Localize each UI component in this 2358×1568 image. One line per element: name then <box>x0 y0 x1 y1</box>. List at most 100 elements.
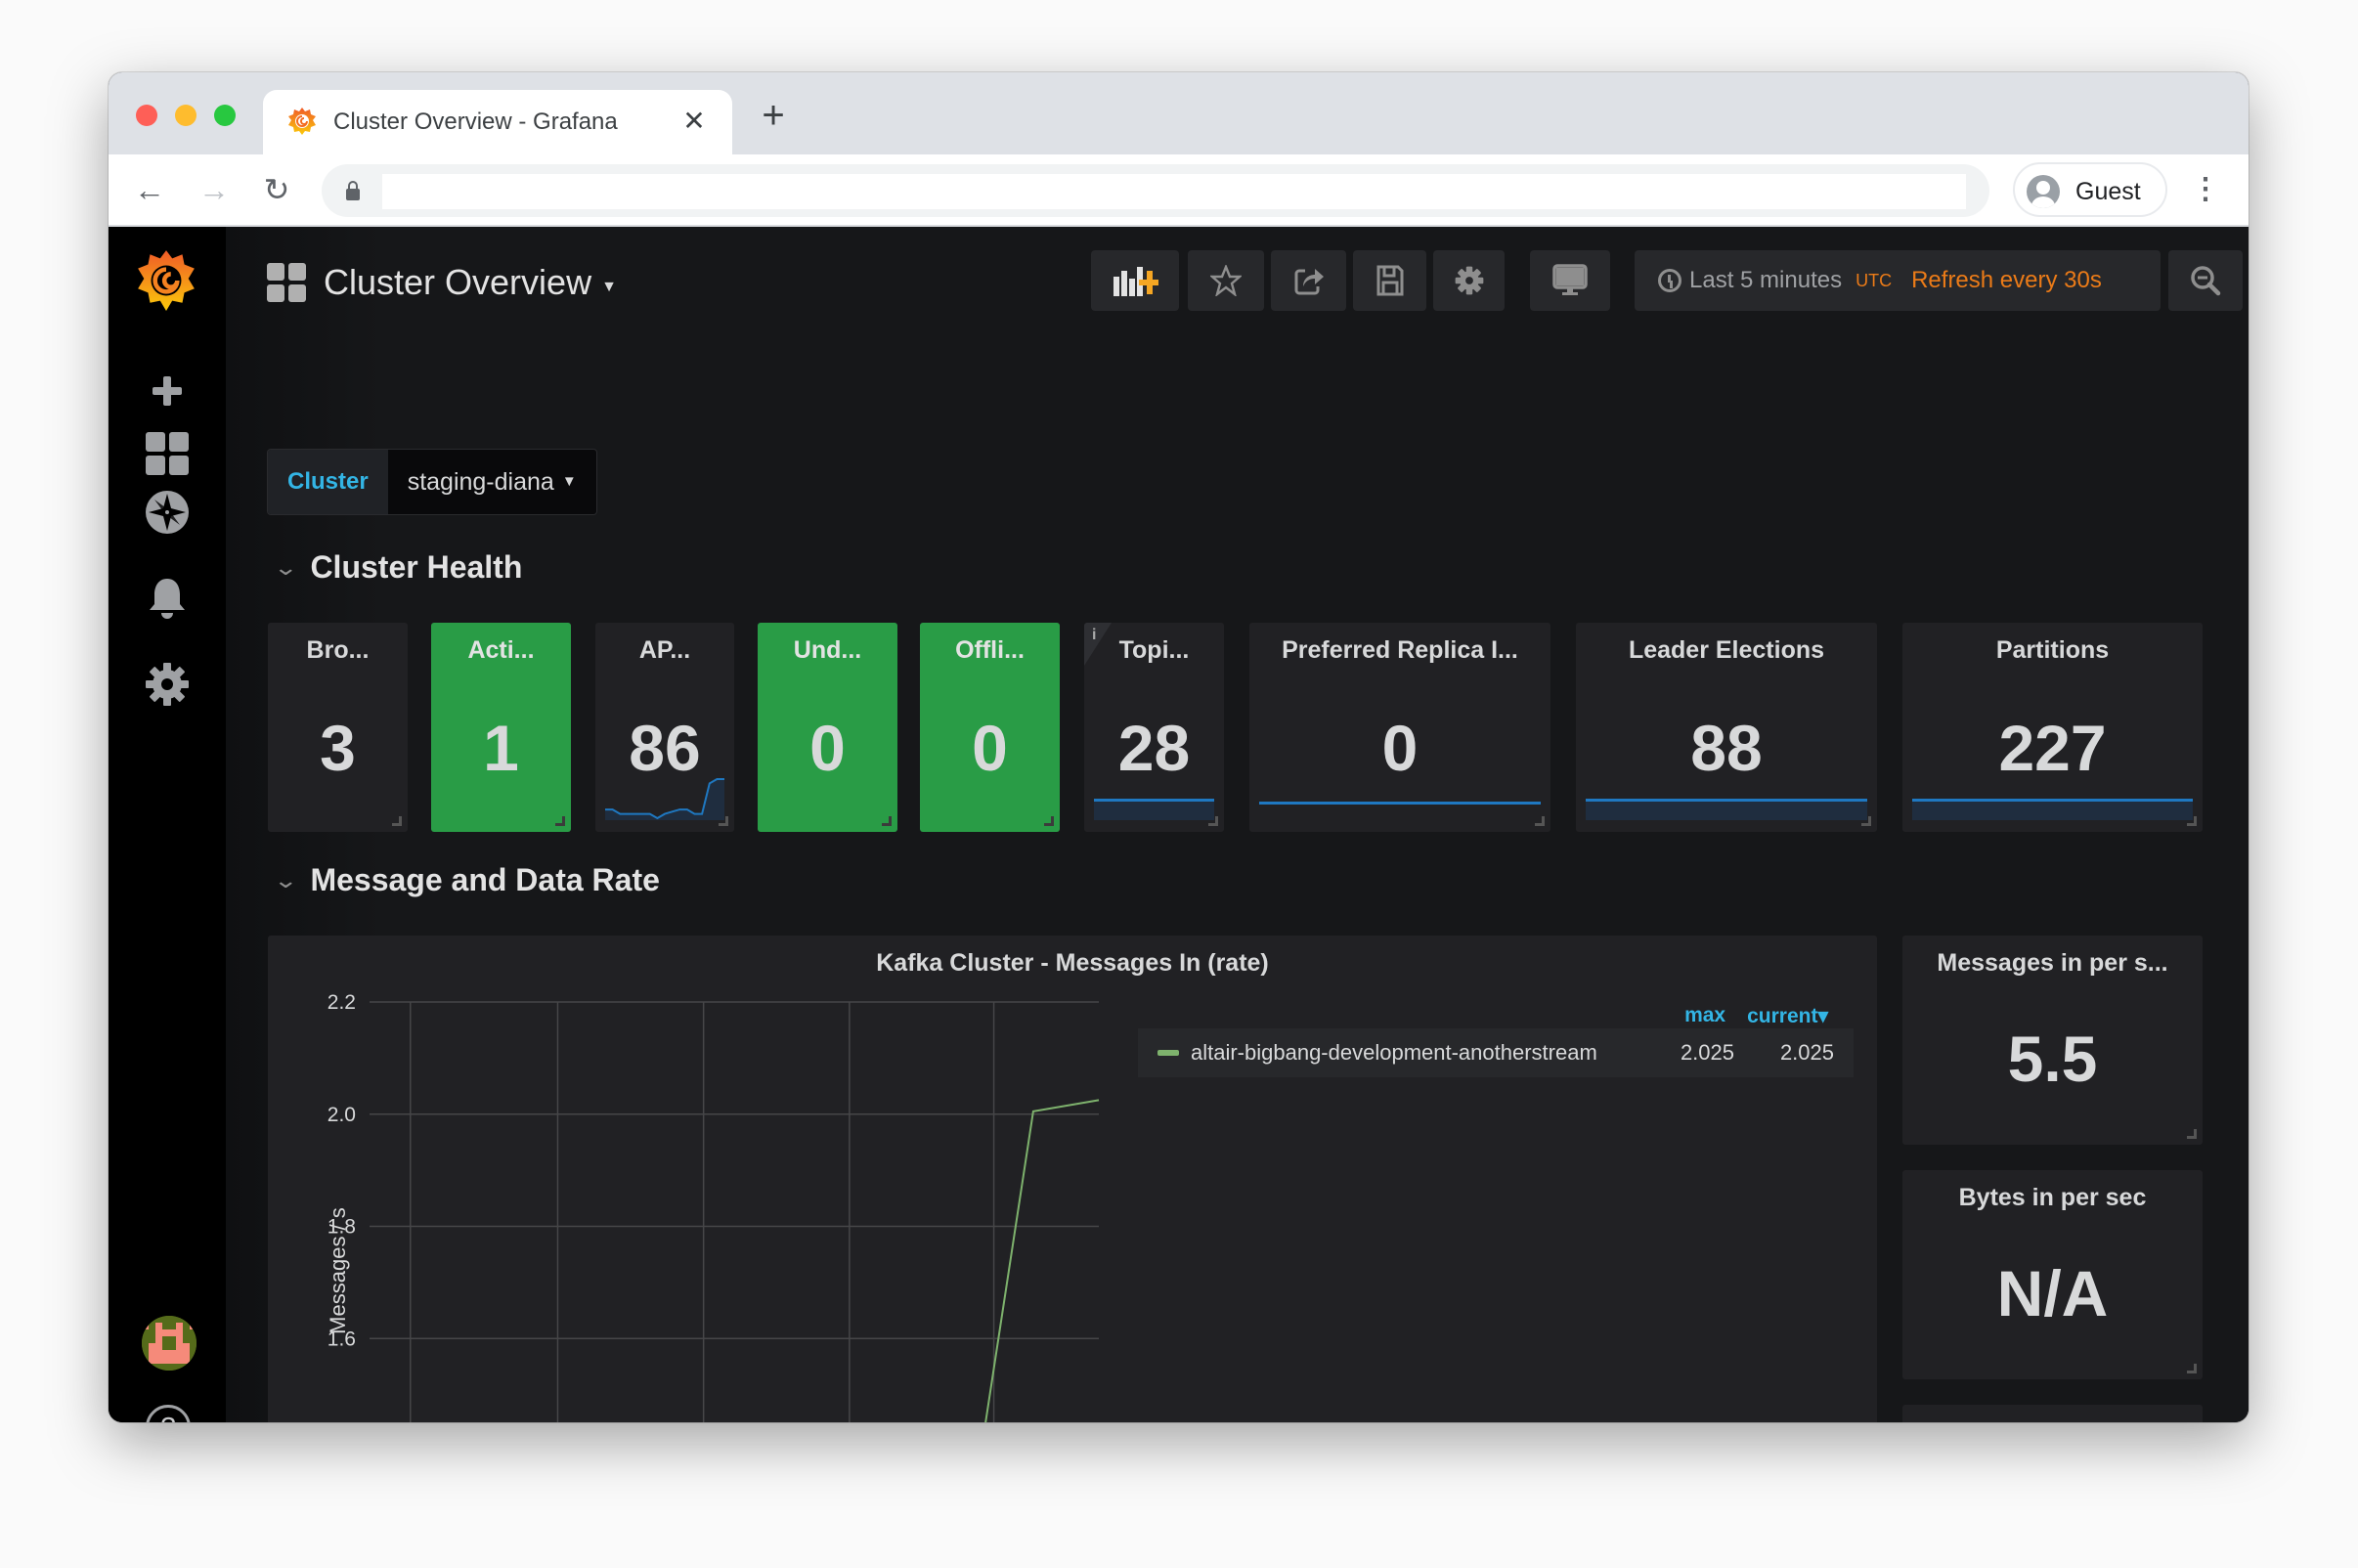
address-bar[interactable] <box>322 164 1989 217</box>
resize-handle[interactable] <box>555 816 565 826</box>
resize-handle[interactable] <box>1861 816 1871 826</box>
plus-icon <box>153 376 182 406</box>
panel-title: Messages in per s... <box>1937 949 2168 977</box>
stat-panel[interactable]: Partitions 227 <box>1902 623 2203 832</box>
browser-tab[interactable]: Cluster Overview - Grafana ✕ <box>263 90 732 154</box>
row-message-data-rate[interactable]: ⌄ Message and Data Rate <box>273 862 660 898</box>
dashboard-picker[interactable]: Cluster Overview ▼ <box>267 262 617 303</box>
clock-icon <box>1658 269 1681 292</box>
panel-value: N/A <box>1996 1257 2109 1329</box>
grafana-logo-icon[interactable] <box>134 248 198 313</box>
stat-panel[interactable]: Preferred Replica I... 0 <box>1249 623 1550 832</box>
monitor-icon <box>1552 264 1588 295</box>
time-picker-button[interactable]: Last 5 minutes UTC Refresh every 30s <box>1635 250 2161 311</box>
legend-header-max[interactable]: max <box>1684 1004 1725 1028</box>
series-line <box>984 1099 1100 1422</box>
resize-handle[interactable] <box>1535 816 1545 826</box>
legend-header-current[interactable]: current▾ <box>1747 1004 1828 1028</box>
graph-plot[interactable]: 2.22.01.81.61.4 <box>268 936 1128 1422</box>
time-range-label: Last 5 minutes <box>1689 267 1843 293</box>
stat-panel[interactable]: i Topi... 28 <box>1084 623 1224 832</box>
help-icon[interactable]: ? <box>146 1405 191 1422</box>
panel-title: Preferred Replica I... <box>1282 636 1518 664</box>
resize-handle[interactable] <box>392 816 402 826</box>
star-icon <box>1210 265 1242 296</box>
configuration-menu-item[interactable] <box>138 655 196 714</box>
panel-value: 227 <box>1998 712 2107 784</box>
dashboard-settings-button[interactable] <box>1433 250 1505 311</box>
star-dashboard-button[interactable] <box>1188 250 1264 311</box>
save-dashboard-button[interactable] <box>1353 250 1426 311</box>
forward-button[interactable]: → <box>195 170 234 209</box>
back-button[interactable]: ← <box>130 170 169 209</box>
lock-icon <box>346 181 360 200</box>
messages-in-stat-panel[interactable]: Messages in per s... 5.5 <box>1902 936 2203 1145</box>
resize-handle[interactable] <box>1208 816 1218 826</box>
y-tick-label: 2.0 <box>328 1104 356 1126</box>
zoom-out-icon <box>2191 266 2221 296</box>
stat-panel[interactable]: Leader Elections 88 <box>1576 623 1877 832</box>
series-color-swatch[interactable] <box>1157 1050 1179 1056</box>
legend-headers: max current▾ <box>1684 1004 1828 1028</box>
panel-title: Partitions <box>1995 636 2110 664</box>
url-input[interactable] <box>382 174 1966 209</box>
browser-window: Cluster Overview - Grafana ✕ + ← → ↻ Gue… <box>109 72 2249 1422</box>
chevron-down-icon: ⌄ <box>273 867 299 893</box>
maximize-window-button[interactable] <box>214 105 236 126</box>
create-menu-item[interactable] <box>138 362 196 420</box>
stat-panel[interactable]: Offli... 0 <box>920 623 1060 832</box>
panel-sparkline <box>605 778 724 820</box>
panel-title: Topi... <box>1118 636 1190 664</box>
bytes-in-stat-panel[interactable]: Bytes in per sec N/A <box>1902 1170 2203 1379</box>
panel-value: 1 <box>483 712 519 784</box>
panel-title: Bro... <box>306 636 370 664</box>
close-window-button[interactable] <box>136 105 157 126</box>
tv-mode-button[interactable] <box>1530 250 1610 311</box>
close-tab-icon[interactable]: ✕ <box>677 105 711 137</box>
browser-toolbar: ← → ↻ Guest ⋮ <box>109 154 2249 227</box>
dashboard-grid-icon <box>267 263 306 302</box>
panel-sparkline-line <box>1259 802 1541 805</box>
side-menu: ? <box>109 227 226 1422</box>
resize-handle[interactable] <box>2187 1364 2197 1373</box>
cluster-variable-dropdown[interactable]: staging-diana ▼ <box>387 450 596 514</box>
series-max: 2.025 <box>1680 1040 1734 1065</box>
resize-handle[interactable] <box>882 816 892 826</box>
explore-menu-item[interactable] <box>138 483 196 542</box>
tab-title: Cluster Overview - Grafana <box>333 109 618 135</box>
row-cluster-health[interactable]: ⌄ Cluster Health <box>273 549 523 586</box>
profile-button[interactable]: Guest <box>2013 162 2167 217</box>
alerting-menu-item[interactable] <box>138 569 196 628</box>
resize-handle[interactable] <box>719 816 728 826</box>
legend-series-row[interactable]: altair-bigbang-development-anotherstream… <box>1138 1028 1854 1077</box>
reload-button[interactable]: ↻ <box>257 170 296 209</box>
refresh-interval-label: Refresh every 30s <box>1911 267 2102 293</box>
timezone-label: UTC <box>1856 270 1893 290</box>
stat-panel[interactable]: Acti... 1 <box>431 623 571 832</box>
panel-value: 0 <box>1381 712 1419 784</box>
tab-strip: Cluster Overview - Grafana ✕ + <box>109 72 2249 154</box>
stat-panel[interactable]: Bro... 3 <box>268 623 408 832</box>
share-icon <box>1294 269 1324 295</box>
stat-panel[interactable]: Und... 0 <box>758 623 897 832</box>
share-dashboard-button[interactable] <box>1271 250 1346 311</box>
minimize-window-button[interactable] <box>175 105 196 126</box>
save-icon <box>1376 265 1403 296</box>
row-title: Cluster Health <box>310 549 523 585</box>
new-tab-button[interactable]: + <box>754 94 793 138</box>
resize-handle[interactable] <box>2187 816 2197 826</box>
resize-handle[interactable] <box>2187 1129 2197 1139</box>
cluster-variable: Cluster staging-diana ▼ <box>267 449 597 515</box>
user-avatar[interactable] <box>142 1316 196 1371</box>
messages-in-graph-panel[interactable]: Kafka Cluster - Messages In (rate) Messa… <box>268 936 1877 1422</box>
dashboard-title: Cluster Overview <box>324 262 592 302</box>
bytes-out-stat-panel[interactable]: Bytes out per sec <box>1902 1405 2203 1422</box>
dashboards-menu-item[interactable] <box>138 424 196 483</box>
zoom-out-button[interactable] <box>2168 250 2243 311</box>
browser-menu-icon[interactable]: ⋮ <box>2191 172 2220 211</box>
resize-handle[interactable] <box>1044 816 1054 826</box>
stat-panel[interactable]: AP... 86 <box>595 623 734 832</box>
panel-value: 0 <box>809 712 846 784</box>
add-panel-button[interactable] <box>1091 250 1179 311</box>
panel-title: Offli... <box>955 636 1025 664</box>
